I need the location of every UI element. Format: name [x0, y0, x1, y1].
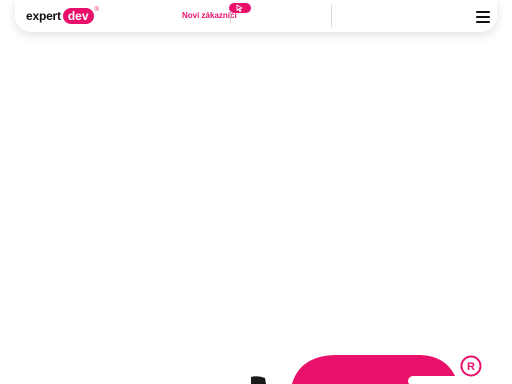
- hero-registered-mark: R: [460, 355, 482, 377]
- new-customers-link[interactable]: Noví zákazníci: [182, 11, 237, 20]
- svg-text:R: R: [467, 361, 475, 373]
- logo-registered-mark: ®: [94, 7, 99, 13]
- top-navbar: expert dev ® Noví zákazníci: [15, 0, 497, 32]
- nav-divider: [331, 5, 332, 27]
- hero-dev-graphic: R: [251, 355, 488, 384]
- cursor-hand-icon: [229, 3, 251, 13]
- logo-prefix: expert: [26, 9, 61, 23]
- hero-pink-pill: [292, 355, 488, 384]
- expertdev-logo[interactable]: expert dev ®: [26, 7, 99, 25]
- hero-letter-fragment: [251, 376, 266, 384]
- logo-pill: dev: [62, 8, 94, 24]
- nav-divider: [230, 11, 231, 23]
- hamburger-menu-icon[interactable]: [476, 11, 490, 23]
